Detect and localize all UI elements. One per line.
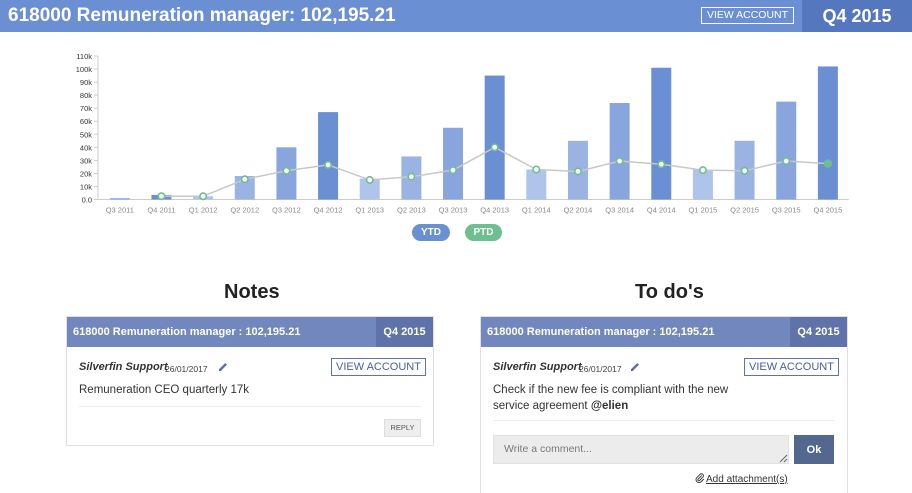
note-date: 26/01/2017 xyxy=(165,364,208,374)
ptd-point xyxy=(740,166,749,175)
note-view-account-button[interactable]: VIEW ACCOUNT xyxy=(331,358,426,376)
todos-panel-header: 618000 Remuneration manager : 102,195.21… xyxy=(481,317,847,347)
todos-heading: To do's xyxy=(635,281,704,303)
x-tick-label: Q2 2015 xyxy=(730,206,759,215)
x-tick-label: Q1 2014 xyxy=(522,206,551,215)
ptd-point xyxy=(449,166,458,175)
ptd-point xyxy=(365,175,374,184)
x-tick-label: Q2 2014 xyxy=(564,206,593,215)
note-author: Silverfin Support xyxy=(79,361,168,373)
bar-ytd xyxy=(318,112,339,200)
todo-date: 26/01/2017 xyxy=(579,364,622,374)
x-tick-label: Q4 2014 xyxy=(647,206,676,215)
note-text: Remuneration CEO quarterly 17k xyxy=(79,384,250,396)
ok-button[interactable]: Ok xyxy=(794,435,834,464)
x-tick-label: Q3 2014 xyxy=(605,206,634,215)
legend-ytd-toggle[interactable]: YTD xyxy=(412,224,450,241)
pencil-icon[interactable] xyxy=(629,361,641,373)
x-tick-label: Q4 2011 xyxy=(147,206,175,215)
legend-ptd-toggle[interactable]: PTD xyxy=(465,224,502,241)
y-tick-label: 30k xyxy=(80,156,92,165)
y-tick-label: 50k xyxy=(80,130,92,139)
ytd-ptd-chart: 0.0 10k 20k 30k 40k 50k 60k 70k 80k 90k 100k 110k Q3… xyxy=(76,52,849,215)
ptd-point xyxy=(532,165,541,174)
pencil-icon[interactable] xyxy=(217,361,229,373)
add-attachment-label: Add attachment(s) xyxy=(706,474,788,485)
account-title: 618000 Remuneration manager: 102,195.21 xyxy=(8,5,396,26)
todo-text: Check if the new fee is compliant with t… xyxy=(493,382,728,414)
todo-author: Silverfin Support xyxy=(493,361,582,373)
y-tick-label: 60k xyxy=(80,117,92,126)
notes-panel: 618000 Remuneration manager : 102,195.21… xyxy=(66,316,434,446)
ptd-point xyxy=(199,192,208,201)
x-tick-label: Q1 2013 xyxy=(355,206,384,215)
paperclip-icon xyxy=(695,473,705,483)
ptd-point xyxy=(698,166,707,175)
x-tick-label: Q3 2013 xyxy=(439,206,468,215)
ptd-point xyxy=(782,157,791,166)
x-tick-label: Q3 2011 xyxy=(106,206,134,215)
ptd-point xyxy=(282,166,291,175)
comment-input[interactable] xyxy=(493,435,789,464)
bar-ytd xyxy=(609,102,630,200)
todo-view-account-button[interactable]: VIEW ACCOUNT xyxy=(744,358,839,376)
ptd-point xyxy=(573,167,582,176)
ptd-point xyxy=(490,143,499,152)
ptd-point xyxy=(657,160,666,169)
x-tick-label: Q3 2012 xyxy=(272,206,301,215)
x-tick-label: Q4 2012 xyxy=(314,206,343,215)
x-tick-label: Q3 2015 xyxy=(772,206,801,215)
notes-panel-header: 618000 Remuneration manager : 102,195.21… xyxy=(67,317,433,347)
y-tick-label: 80k xyxy=(80,91,92,100)
ptd-point xyxy=(240,175,249,184)
add-attachment-link[interactable]: Add attachment(s) xyxy=(695,473,788,485)
y-tick-label: 40k xyxy=(80,143,92,152)
notes-period-label: Q4 2015 xyxy=(376,317,433,347)
ptd-point xyxy=(157,192,166,201)
y-tick-label: 0.0 xyxy=(82,196,92,205)
ptd-point xyxy=(823,159,833,168)
todo-text-line1: Check if the new fee is compliant with t… xyxy=(493,384,729,396)
ptd-point xyxy=(324,160,333,169)
user-mention[interactable]: @elien xyxy=(591,400,628,412)
x-tick-label: Q2 2012 xyxy=(230,206,259,215)
x-tick-label: Q2 2013 xyxy=(397,206,426,215)
y-tick-label: 110k xyxy=(76,52,92,61)
x-tick-label: Q1 2012 xyxy=(189,206,218,215)
y-tick-label: 20k xyxy=(80,169,92,178)
x-tick-label: Q4 2013 xyxy=(480,206,509,215)
todo-divider xyxy=(493,420,835,421)
y-tick-label: 10k xyxy=(80,182,92,191)
reply-button[interactable]: REPLY xyxy=(384,419,421,437)
todo-text-line2: service agreement @elien xyxy=(493,398,728,414)
y-tick-label: 90k xyxy=(80,78,92,87)
note-divider xyxy=(79,406,421,407)
x-tick-label: Q4 2015 xyxy=(813,206,842,215)
bar-ytd xyxy=(484,75,505,200)
page-header: 618000 Remuneration manager: 102,195.21 … xyxy=(0,0,912,32)
y-tick-label: 70k xyxy=(80,104,92,113)
y-tick-label: 100k xyxy=(76,65,93,74)
notes-account-title: 618000 Remuneration manager : 102,195.21 xyxy=(73,326,301,338)
todos-panel: 618000 Remuneration manager : 102,195.21… xyxy=(480,316,848,493)
bar-ytd xyxy=(817,66,838,200)
ptd-point xyxy=(615,157,624,166)
bar-ytd xyxy=(776,101,797,200)
bar-ytd xyxy=(651,67,672,200)
header-view-account-button[interactable]: VIEW ACCOUNT xyxy=(701,7,794,24)
bar-ytd xyxy=(526,169,547,200)
bar-ytd xyxy=(109,198,130,200)
todo-text-line2-prefix: service agreement xyxy=(493,400,588,412)
x-tick-label: Q1 2015 xyxy=(689,206,718,215)
ptd-point xyxy=(407,172,416,181)
todos-period-label: Q4 2015 xyxy=(790,317,847,347)
notes-heading: Notes xyxy=(224,281,280,303)
bar-ytd xyxy=(443,127,464,200)
todos-account-title: 618000 Remuneration manager : 102,195.21 xyxy=(487,326,715,338)
period-label: Q4 2015 xyxy=(802,0,912,32)
